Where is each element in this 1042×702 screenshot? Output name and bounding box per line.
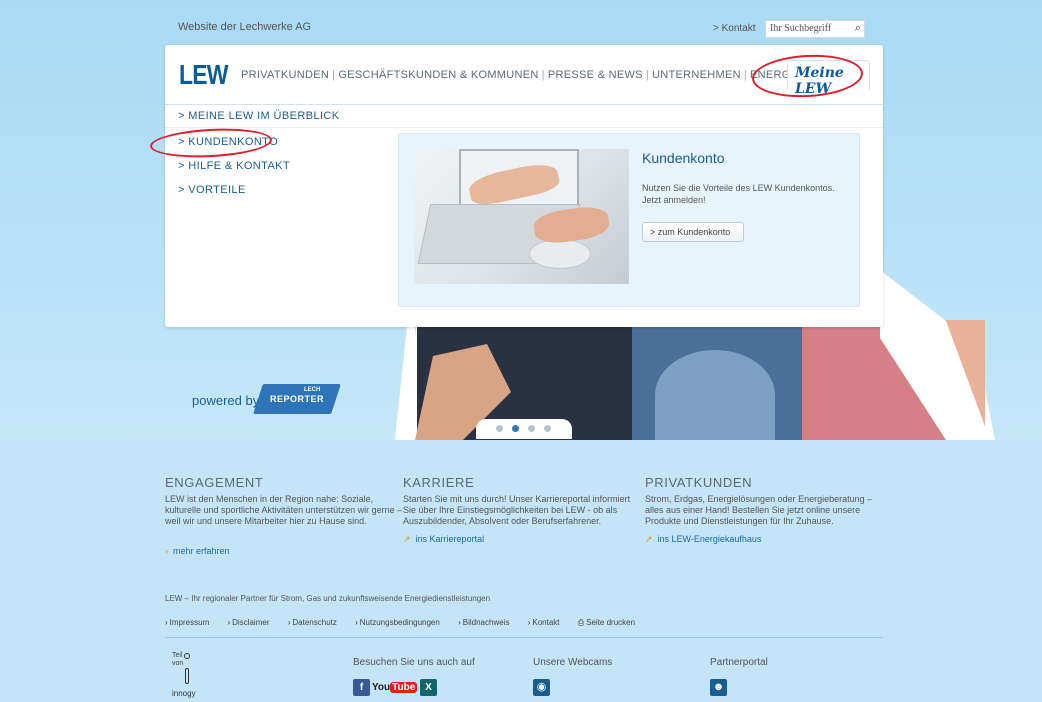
slide-dot-3[interactable] [528,425,535,432]
nav-geschaeftskunden[interactable]: GESCHÄFTSKUNDEN & KOMMUNEN [338,69,538,81]
karriere-text: Starten Sie mit uns durch! Unser Karrier… [403,494,631,526]
nutzungsbedingungen-link[interactable]: › Nutzungsbedingungen [355,618,448,627]
powered-by-label: powered by [192,393,260,408]
facebook-icon[interactable]: f [353,679,370,696]
seite-drucken-link[interactable]: ⎙ Seite drucken [578,618,643,627]
kontakt-label: Kontakt [532,618,560,627]
footer [0,440,1042,702]
zum-kundenkonto-button[interactable]: > zum Kundenkonto [642,222,744,242]
youtube-icon[interactable]: You Tube [372,679,418,696]
reporter-logo-lech: LECH [304,387,321,393]
footer-tagline: LEW – Ihr regionaler Partner für Strom, … [165,594,491,603]
impressum-label: Impressum [169,618,210,627]
datenschutz-link[interactable]: › Datenschutz [288,618,345,627]
energiekaufhaus-link[interactable]: ↗ ins LEW-Energiekaufhaus [645,534,761,545]
bildnachweis-label: Bildnachweis [462,618,510,627]
print-icon: ⎙ [577,618,585,627]
slide-dot-4[interactable] [544,425,551,432]
engagement-title: ENGAGEMENT [165,475,264,490]
privatkunden-text: Strom, Erdgas, Energielösungen oder Ener… [645,494,873,526]
reporter-logo-text: REPORTER [270,394,325,404]
karriereportal-label: ins Karriereportal [415,534,485,544]
nav-privatkunden[interactable]: PRIVATKUNDEN [241,69,329,81]
privatkunden-title: PRIVATKUNDEN [645,475,753,490]
kundenkonto-teaser: Kundenkonto Nutzen Sie die Vorteile des … [398,133,860,307]
social-label: Besuchen Sie uns auch auf [353,657,475,668]
laptop-photo [414,149,629,284]
datenschutz-label: Datenschutz [292,618,337,627]
menu-item-hilfe-kontakt[interactable]: > HILFE & KONTAKT [178,160,290,172]
site-title: Website der Lechwerke AG [178,21,312,33]
slide-dot-1[interactable] [496,425,503,432]
kontakt-link[interactable]: › Kontakt [528,618,568,627]
bildnachweis-link[interactable]: › Bildnachweis [458,618,517,627]
slider-pagination [476,419,572,439]
webcams-label: Unsere Webcams [533,657,613,668]
innogy-logo[interactable]: innogy [172,689,196,698]
teaser-text: Nutzen Sie die Vorteile des LEW Kundenko… [642,183,835,205]
slide-dot-2[interactable] [512,425,519,432]
disclaimer-link[interactable]: › Disclaimer [227,618,277,627]
xing-icon[interactable]: X [420,679,437,696]
menu-item-ueberblick[interactable]: > MEINE LEW IM ÜBERBLICK [178,110,340,122]
mehr-erfahren-link[interactable]: › mehr erfahren [165,546,230,556]
mehr-erfahren-label: mehr erfahren [173,546,230,556]
innogy-logo-bar [185,668,189,684]
innogy-teil-von: Teil von [172,652,184,667]
nav-presse[interactable]: PRESSE & NEWS [548,69,643,81]
innogy-logo-dot [184,653,190,659]
search-placeholder: Ihr Suchbegriff [770,23,832,34]
top-contact-link[interactable]: > Kontakt [713,23,756,34]
divider [165,104,883,105]
menu-item-vorteile[interactable]: > VORTEILE [178,184,246,196]
karriere-title: KARRIERE [403,475,475,490]
teaser-title: Kundenkonto [642,150,725,166]
karriereportal-link[interactable]: ↗ ins Karriereportal [403,534,484,545]
energiekaufhaus-label: ins LEW-Energiekaufhaus [657,534,762,544]
impressum-link[interactable]: › Impressum [165,618,217,627]
webcam-icon[interactable]: ◉ [533,679,550,696]
nutzungsbedingungen-label: Nutzungsbedingungen [359,618,440,627]
lew-logo[interactable]: LEW [179,59,228,91]
footer-divider [165,637,883,638]
divider [165,127,883,128]
legal-links: › Impressum › Disclaimer › Datenschutz › Nut… [165,618,651,628]
nav-unternehmen[interactable]: UNTERNEHMEN [652,69,741,81]
partner-icon[interactable]: ☻ [710,679,727,696]
engagement-text: LEW ist den Menschen in der Region nahe:… [165,494,403,526]
disclaimer-label: Disclaimer [232,618,270,627]
seite-drucken-label: Seite drucken [586,618,636,627]
partnerportal-label: Partnerportal [710,657,768,668]
search-input[interactable]: Ihr Suchbegriff ⌕ [765,20,865,38]
search-icon[interactable]: ⌕ [855,22,861,35]
